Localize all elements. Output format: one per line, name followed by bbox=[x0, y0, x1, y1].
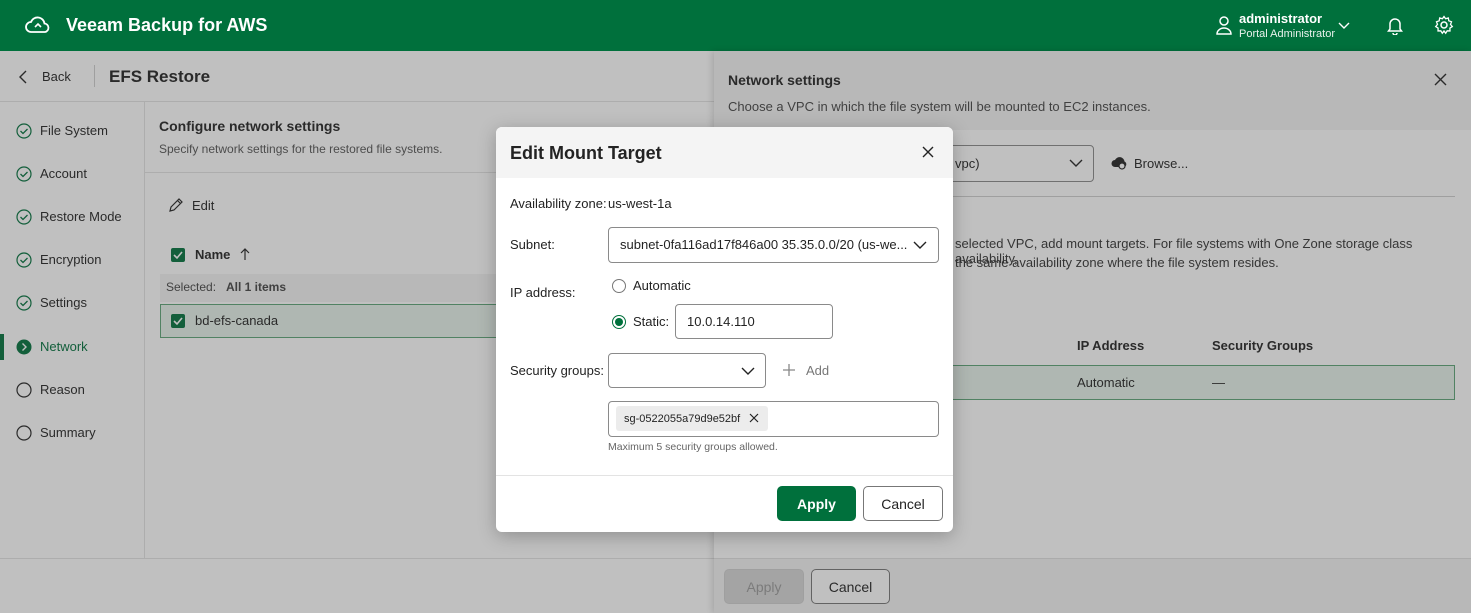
availability-zone-value: us-west-1a bbox=[608, 196, 672, 211]
availability-zone-label: Availability zone: bbox=[510, 196, 607, 211]
plus-icon[interactable] bbox=[782, 363, 796, 377]
divider bbox=[496, 475, 953, 476]
chevron-down-icon[interactable] bbox=[741, 365, 755, 377]
radio-selected-dot bbox=[615, 318, 623, 326]
dialog-title: Edit Mount Target bbox=[510, 143, 662, 163]
close-icon[interactable] bbox=[921, 145, 935, 159]
subnet-select-value: subnet-0fa116ad17f846a00 35.35.0.0/20 (u… bbox=[620, 237, 908, 252]
chevron-down-icon[interactable] bbox=[1338, 20, 1350, 30]
bell-icon[interactable] bbox=[1385, 15, 1405, 35]
static-ip-input[interactable] bbox=[675, 304, 833, 339]
veeam-cloud-logo-icon bbox=[24, 13, 52, 37]
ip-address-label: IP address: bbox=[510, 285, 576, 300]
cancel-button[interactable]: Cancel bbox=[863, 486, 943, 521]
ip-static-label[interactable]: Static: bbox=[633, 314, 669, 329]
subnet-label: Subnet: bbox=[510, 237, 555, 252]
user-name[interactable]: administrator bbox=[1239, 11, 1322, 26]
apply-button[interactable]: Apply bbox=[777, 486, 856, 521]
ip-automatic-radio[interactable] bbox=[612, 279, 626, 293]
security-groups-label: Security groups: bbox=[510, 363, 604, 378]
security-group-tag: sg-0522055a79d9e52bf bbox=[616, 406, 769, 431]
ip-automatic-label[interactable]: Automatic bbox=[633, 278, 691, 293]
remove-tag-icon[interactable] bbox=[749, 413, 759, 423]
user-role: Portal Administrator bbox=[1239, 28, 1335, 40]
add-security-group-button[interactable]: Add bbox=[806, 363, 829, 378]
gear-icon[interactable] bbox=[1434, 15, 1454, 35]
chevron-down-icon[interactable] bbox=[913, 239, 927, 251]
user-icon[interactable] bbox=[1215, 15, 1233, 35]
security-groups-hint: Maximum 5 security groups allowed. bbox=[608, 441, 778, 453]
app-title: Veeam Backup for AWS bbox=[66, 15, 268, 35]
